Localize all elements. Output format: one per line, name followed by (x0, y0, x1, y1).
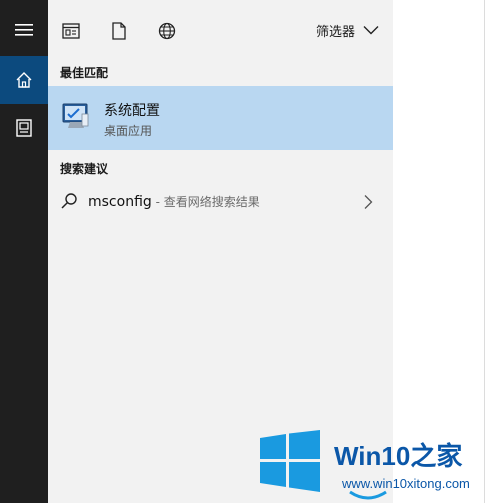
hamburger-icon (15, 24, 33, 36)
document-icon (112, 22, 126, 40)
documents-button[interactable] (0, 104, 48, 152)
suggestion-query: msconfig (88, 194, 152, 210)
best-match-heading: 最佳匹配 (60, 66, 109, 80)
watermark: Win10之家 www.win10xitong.com (258, 430, 491, 503)
search-results-panel: 筛选器 最佳匹配 系统配置 桌面应用 搜索建议 msconfig - 查看网络搜… (48, 0, 394, 503)
suggestion-suffix: - 查看网络搜索结果 (151, 195, 260, 209)
hamburger-menu-button[interactable] (0, 6, 48, 54)
best-match-title: 系统配置 (104, 103, 160, 119)
web-filter-button[interactable] (156, 20, 178, 42)
search-toolbar: 筛选器 (48, 0, 393, 60)
watermark-brand-win: Win10 (334, 441, 411, 471)
search-suggestions-heading: 搜索建议 (60, 162, 109, 176)
home-icon (16, 72, 32, 88)
apps-filter-button[interactable] (60, 20, 82, 42)
chevron-right-icon[interactable] (363, 194, 373, 210)
search-icon (61, 193, 77, 209)
windows-logo-icon (260, 430, 320, 492)
window-edge-divider (484, 0, 485, 503)
search-suggestion-item[interactable]: msconfig - 查看网络搜索结果 (48, 186, 393, 218)
desktop-background (393, 0, 491, 503)
filter-label: 筛选器 (315, 24, 355, 40)
globe-icon (158, 22, 176, 40)
watermark-brand: Win10之家 (334, 436, 462, 473)
documents-icon (16, 119, 32, 137)
best-match-result[interactable]: 系统配置 桌面应用 (48, 86, 393, 150)
suggestion-text: msconfig - 查看网络搜索结果 (88, 193, 260, 210)
documents-filter-button[interactable] (108, 20, 130, 42)
best-match-subtitle: 桌面应用 (104, 124, 153, 138)
watermark-swoosh (349, 490, 387, 500)
apps-icon (62, 23, 80, 39)
chevron-down-icon (363, 26, 379, 35)
watermark-brand-cn: 之家 (410, 441, 463, 471)
system-configuration-icon (62, 103, 89, 128)
home-button[interactable] (0, 56, 48, 104)
left-nav-rail (0, 0, 48, 503)
filter-dropdown[interactable]: 筛选器 (316, 18, 379, 42)
